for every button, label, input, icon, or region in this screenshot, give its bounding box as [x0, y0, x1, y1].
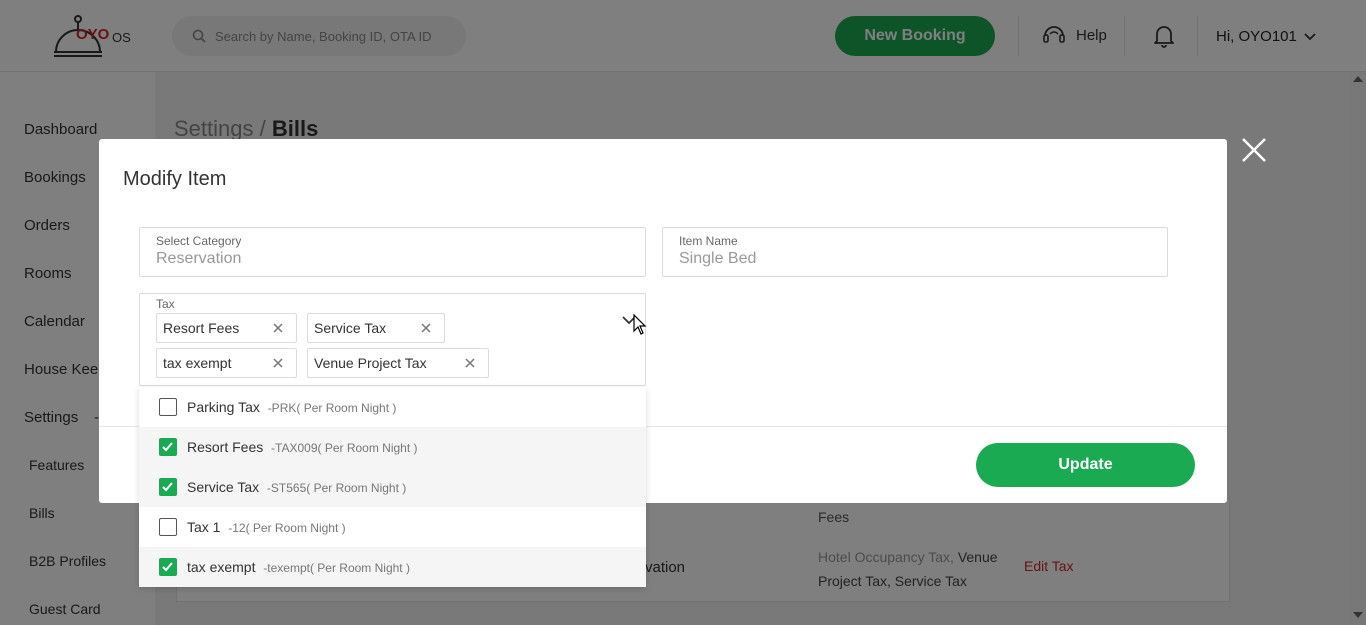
option-code: -PRK( Per Room Night ): [267, 401, 397, 415]
option-name: Parking Tax: [187, 399, 260, 415]
tax-option[interactable]: tax exempt -texempt( Per Room Night ): [139, 547, 646, 587]
modal-title: Modify Item: [123, 168, 227, 190]
tax-chip: Venue Project Tax: [307, 348, 489, 378]
option-code: -TAX009( Per Room Night ): [271, 441, 418, 455]
chip-label: tax exempt: [163, 355, 232, 371]
tax-option[interactable]: Service Tax -ST565( Per Room Night ): [139, 467, 646, 507]
option-code: -texempt( Per Room Night ): [263, 561, 410, 575]
option-code: -ST565( Per Room Night ): [266, 481, 407, 495]
checkbox-unchecked-icon[interactable]: [159, 398, 177, 416]
field-value: Reservation: [156, 250, 242, 267]
option-name: Resort Fees: [187, 439, 264, 455]
checkbox-unchecked-icon[interactable]: [159, 518, 177, 536]
tax-options-dropdown: Parking Tax -PRK( Per Room Night ) Resor…: [139, 387, 646, 587]
mouse-cursor-icon: [633, 314, 647, 335]
tax-chip: tax exempt: [156, 348, 297, 378]
close-icon[interactable]: [464, 357, 476, 369]
tax-chip: Service Tax: [307, 313, 445, 343]
option-code: -12( Per Room Night ): [228, 521, 346, 535]
field-label: Tax: [156, 297, 175, 311]
checkbox-checked-icon[interactable]: [159, 558, 177, 576]
field-label: Select Category: [156, 234, 242, 248]
chip-label: Resort Fees: [163, 320, 240, 336]
close-icon[interactable]: [420, 322, 432, 334]
close-modal-icon[interactable]: [1240, 136, 1268, 164]
option-name: Tax 1: [187, 519, 221, 535]
close-icon[interactable]: [272, 357, 284, 369]
tax-chip: Resort Fees: [156, 313, 297, 343]
item-name-field[interactable]: Item Name Single Bed: [662, 227, 1168, 277]
tax-multiselect-field[interactable]: Tax Resort Fees Service Tax tax exempt V…: [139, 293, 646, 386]
chip-label: Venue Project Tax: [314, 355, 427, 371]
tax-option[interactable]: Resort Fees -TAX009( Per Room Night ): [139, 427, 646, 467]
close-icon[interactable]: [272, 322, 284, 334]
chip-label: Service Tax: [314, 320, 387, 336]
update-button[interactable]: Update: [976, 443, 1195, 487]
field-value: Single Bed: [679, 250, 757, 267]
checkbox-checked-icon[interactable]: [159, 478, 177, 496]
tax-option[interactable]: Tax 1 -12( Per Room Night ): [139, 507, 646, 547]
checkbox-checked-icon[interactable]: [159, 438, 177, 456]
tax-option[interactable]: Parking Tax -PRK( Per Room Night ): [139, 387, 646, 427]
select-category-field[interactable]: Select Category Reservation: [139, 227, 646, 277]
field-label: Item Name: [679, 234, 738, 248]
option-name: tax exempt: [187, 559, 256, 575]
option-name: Service Tax: [187, 479, 260, 495]
